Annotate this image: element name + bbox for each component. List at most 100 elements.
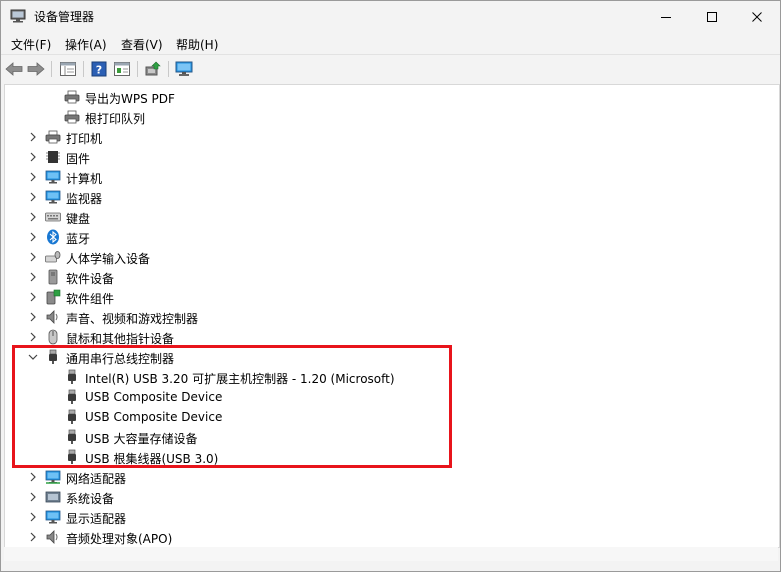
toolbar-separator — [168, 61, 169, 77]
chevron-right-icon — [30, 172, 36, 182]
tree-item-label: 键盘 — [66, 212, 91, 226]
scan-hardware-button[interactable] — [174, 59, 194, 79]
firmware-icon — [46, 151, 60, 163]
tree-item[interactable]: 音频处理对象(APO) — [5, 527, 765, 547]
help-button[interactable]: ? — [89, 59, 109, 79]
expand-toggle[interactable] — [27, 170, 39, 184]
tree-item[interactable]: 蓝牙 — [5, 227, 765, 247]
chevron-right-icon — [30, 492, 36, 502]
detail-view-button[interactable] — [112, 59, 132, 79]
tree-item-label: 声音、视频和游戏控制器 — [66, 312, 199, 326]
hid-icon — [45, 251, 61, 263]
tree-item[interactable]: 鼠标和其他指针设备 — [5, 327, 765, 347]
device-manager-window: 设备管理器 文件(F) 操作(A) 查看(V) 帮助(H) ? 导出为WPS P… — [0, 0, 781, 572]
menu-bar: 文件(F) 操作(A) 查看(V) 帮助(H) — [1, 32, 780, 54]
close-icon — [752, 11, 762, 22]
expand-toggle[interactable] — [27, 490, 39, 504]
bluetooth-icon — [47, 229, 59, 245]
expand-toggle[interactable] — [27, 470, 39, 484]
chevron-right-icon — [30, 232, 36, 242]
tree-item[interactable]: 显示适配器 — [5, 507, 765, 527]
toolbar-separator — [83, 61, 84, 77]
menu-action[interactable]: 操作(A) — [65, 36, 107, 53]
expand-toggle[interactable] — [27, 210, 39, 224]
expand-toggle[interactable] — [27, 310, 39, 324]
tree-item[interactable]: 人体学输入设备 — [5, 247, 765, 267]
back-button[interactable] — [4, 59, 24, 79]
help-icon: ? — [91, 61, 107, 77]
menu-help[interactable]: 帮助(H) — [176, 36, 218, 53]
expand-toggle[interactable] — [27, 530, 39, 544]
title-bar[interactable]: 设备管理器 — [1, 1, 780, 32]
tree-item[interactable]: 打印机 — [5, 127, 765, 147]
mouse-icon — [48, 329, 58, 345]
minimize-button[interactable] — [643, 1, 689, 32]
tree-item-label: 根打印队列 — [85, 112, 146, 126]
printer-icon — [45, 130, 61, 144]
expand-toggle[interactable] — [27, 190, 39, 204]
system-device-icon — [45, 491, 61, 503]
minimize-icon — [661, 16, 671, 18]
printer-icon — [64, 90, 80, 104]
tree-item-label: 人体学输入设备 — [66, 252, 151, 266]
status-bar — [1, 561, 780, 571]
tree-item[interactable]: 声音、视频和游戏控制器 — [5, 307, 765, 327]
expand-toggle[interactable] — [27, 250, 39, 264]
forward-button[interactable] — [26, 59, 46, 79]
update-driver-button[interactable] — [143, 59, 163, 79]
detail-view-icon — [114, 62, 130, 76]
menu-view[interactable]: 查看(V) — [121, 36, 163, 53]
tree-item[interactable]: 固件 — [5, 147, 765, 167]
tree-item-label: 网络适配器 — [66, 472, 127, 486]
chevron-right-icon — [30, 152, 36, 162]
tree-item-label: 计算机 — [66, 172, 103, 186]
tree-item-label: 系统设备 — [66, 492, 115, 506]
expand-toggle[interactable] — [27, 230, 39, 244]
tree-item[interactable]: 导出为WPS PDF — [5, 87, 765, 107]
close-button[interactable] — [734, 1, 780, 32]
chevron-right-icon — [30, 312, 36, 322]
chevron-right-icon — [30, 332, 36, 342]
keyboard-icon — [45, 212, 61, 222]
tree-item[interactable]: 软件设备 — [5, 267, 765, 287]
expand-toggle[interactable] — [27, 330, 39, 344]
speaker-icon — [46, 530, 58, 544]
expand-toggle[interactable] — [27, 510, 39, 524]
expand-toggle[interactable] — [27, 290, 39, 304]
tree-item[interactable]: 监视器 — [5, 187, 765, 207]
menu-file[interactable]: 文件(F) — [11, 36, 51, 53]
network-icon — [45, 470, 61, 484]
device-manager-app-icon — [10, 9, 26, 23]
horizontal-scrollbar[interactable] — [4, 547, 778, 561]
tree-item-label: 打印机 — [66, 132, 103, 146]
maximize-button[interactable] — [689, 1, 735, 32]
tree-item-label: 显示适配器 — [66, 512, 127, 526]
expand-toggle[interactable] — [27, 130, 39, 144]
expand-toggle[interactable] — [27, 270, 39, 284]
tree-item-label: 导出为WPS PDF — [85, 92, 175, 106]
tree-item-label: 蓝牙 — [66, 232, 91, 246]
chevron-right-icon — [30, 212, 36, 222]
properties-panel-button[interactable] — [58, 59, 78, 79]
tree-item[interactable]: 根打印队列 — [5, 107, 765, 127]
tree-item-label: 音频处理对象(APO) — [66, 532, 173, 546]
window-title: 设备管理器 — [34, 10, 95, 24]
chevron-right-icon — [30, 132, 36, 142]
tree-item[interactable]: 网络适配器 — [5, 467, 765, 487]
software-component-icon — [46, 289, 61, 305]
tree-item[interactable]: 键盘 — [5, 207, 765, 227]
tree-item-label: 软件设备 — [66, 272, 115, 286]
tree-item[interactable]: 软件组件 — [5, 287, 765, 307]
device-tree[interactable]: 导出为WPS PDF 根打印队列 打印机 固件 计算机 监视器 键盘 蓝牙 人体… — [4, 84, 780, 548]
printer-icon — [64, 110, 80, 124]
chevron-right-icon — [30, 512, 36, 522]
tree-item[interactable]: 系统设备 — [5, 487, 765, 507]
chevron-right-icon — [30, 532, 36, 542]
chevron-right-icon — [30, 472, 36, 482]
tree-item-label: 软件组件 — [66, 292, 115, 306]
toolbar-separator — [51, 61, 52, 77]
expand-toggle[interactable] — [27, 150, 39, 164]
computer-icon — [45, 170, 61, 184]
tree-item[interactable]: 计算机 — [5, 167, 765, 187]
back-arrow-icon — [5, 62, 23, 76]
